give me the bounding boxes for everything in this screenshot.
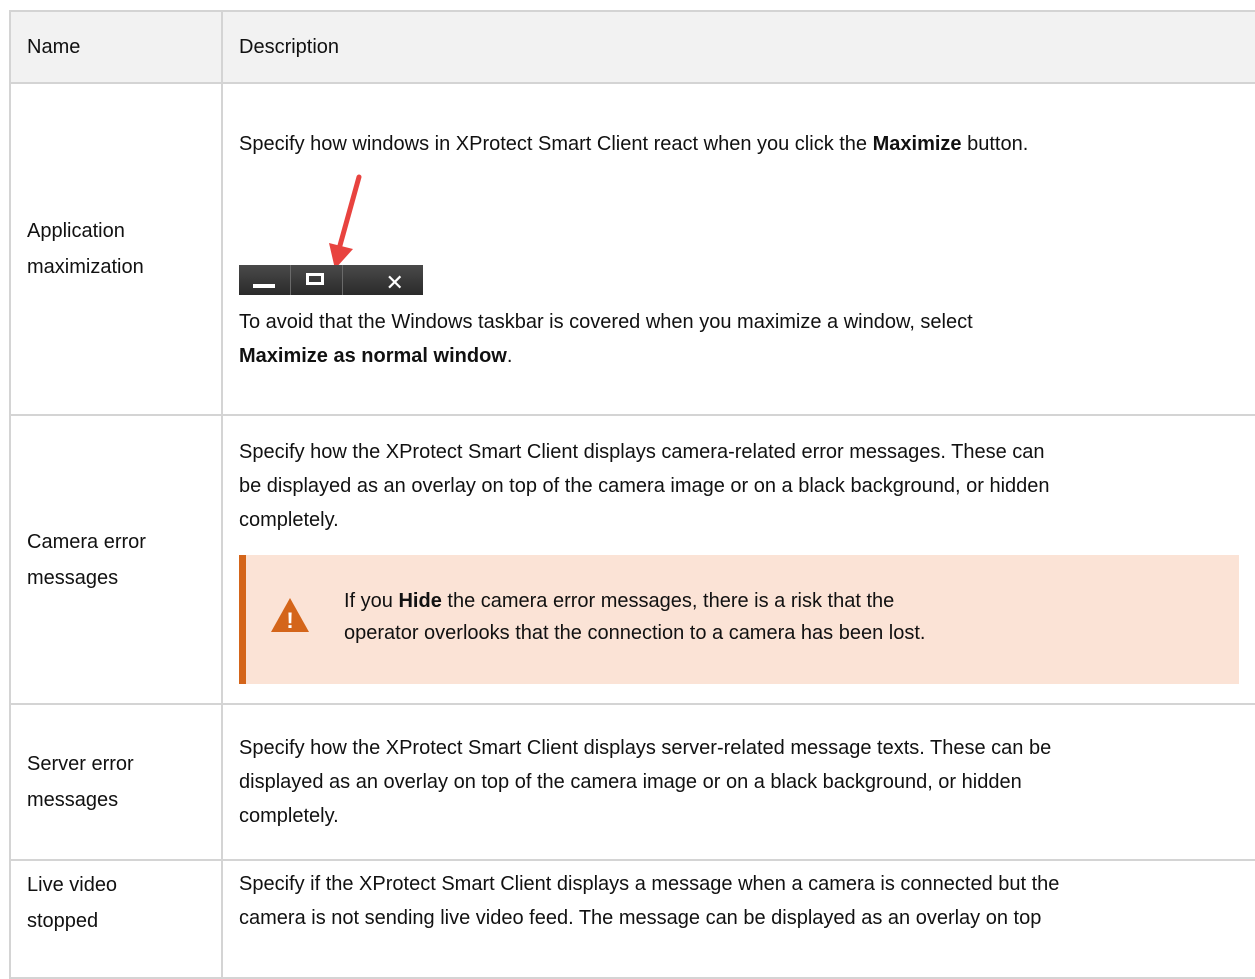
column-header-description: Description <box>221 10 1255 84</box>
row-description-cell: Specify if the XProtect Smart Client dis… <box>221 859 1255 979</box>
warning-text-part: If you <box>344 590 399 612</box>
description-line: be displayed as an overlay on top of the… <box>239 475 1050 497</box>
row-name-line: messages <box>27 566 119 589</box>
description-text: Specify how windows in XProtect Smart Cl… <box>239 133 873 155</box>
warning-text: If you Hide the camera error messages, t… <box>344 585 925 649</box>
column-header-name: Name <box>9 10 223 84</box>
description-paragraph: Specify how windows in XProtect Smart Cl… <box>239 125 1239 161</box>
description-line: Specify how the XProtect Smart Client di… <box>239 737 1052 759</box>
row-name-cell: Live video stopped <box>9 859 223 979</box>
row-name-line: Application <box>27 220 125 242</box>
maximize-icon <box>305 273 324 285</box>
window-title-buttons: ✕ <box>239 265 423 296</box>
note-text: . <box>506 345 513 367</box>
row-name-cell: Camera error messages <box>9 414 223 705</box>
warning-text-line: operator overlooks that the connection t… <box>344 622 926 644</box>
minimize-button <box>239 265 291 295</box>
description-line: Specify if the XProtect Smart Client dis… <box>239 873 1060 895</box>
row-name-line: stopped <box>27 910 99 932</box>
description-text: button. <box>961 133 1029 155</box>
warning-text-part: the camera error messages, there is a ri… <box>441 590 895 612</box>
row-description-cell: Specify how windows in XProtect Smart Cl… <box>221 82 1255 416</box>
table-row: Camera error messages Specify how the XP… <box>9 414 1255 705</box>
maximize-term: Maximize <box>872 133 962 155</box>
close-button: ✕ <box>343 265 423 296</box>
maximize-as-normal-term: Maximize as normal window <box>239 345 507 367</box>
close-icon: ✕ <box>385 271 404 296</box>
description-line: camera is not sending live video feed. T… <box>239 907 1042 929</box>
row-description-cell: Specify how the XProtect Smart Client di… <box>221 414 1255 705</box>
hide-term: Hide <box>398 590 442 612</box>
row-name-cell: Application maximization <box>9 82 223 416</box>
warning-triangle-icon: ! <box>271 598 309 633</box>
description-line: completely. <box>239 509 339 531</box>
settings-table: Name Description Application maximizatio… <box>9 10 1255 979</box>
window-buttons-illustration: ✕ <box>239 165 1239 305</box>
red-arrow-icon <box>329 174 362 269</box>
minimize-icon <box>253 284 275 288</box>
warning-glyph: ! <box>286 608 293 633</box>
row-name-line: Camera error <box>27 530 146 553</box>
row-name-line: Live video <box>27 874 118 896</box>
maximize-button <box>291 265 344 295</box>
table-row: Live video stopped Specify if the XProte… <box>9 859 1255 979</box>
row-name-line: messages <box>27 789 119 811</box>
row-description-cell: Specify how the XProtect Smart Client di… <box>221 703 1255 861</box>
table-row: Application maximization Specify how win… <box>9 82 1255 416</box>
description-line: displayed as an overlay on top of the ca… <box>239 771 1022 793</box>
note-paragraph: To avoid that the Windows taskbar is cov… <box>239 305 1239 373</box>
description-line: completely. <box>239 805 339 827</box>
table-header-row: Name Description <box>9 10 1255 84</box>
warning-callout: ! If you Hide the camera error messages,… <box>239 555 1239 684</box>
table-row: Server error messages Specify how the XP… <box>9 703 1255 861</box>
note-text: To avoid that the Windows taskbar is cov… <box>239 311 973 333</box>
row-name-line: Server error <box>27 753 134 775</box>
row-name-line: maximization <box>27 256 144 278</box>
row-name-cell: Server error messages <box>9 703 223 861</box>
description-line: Specify how the XProtect Smart Client di… <box>239 441 1045 463</box>
